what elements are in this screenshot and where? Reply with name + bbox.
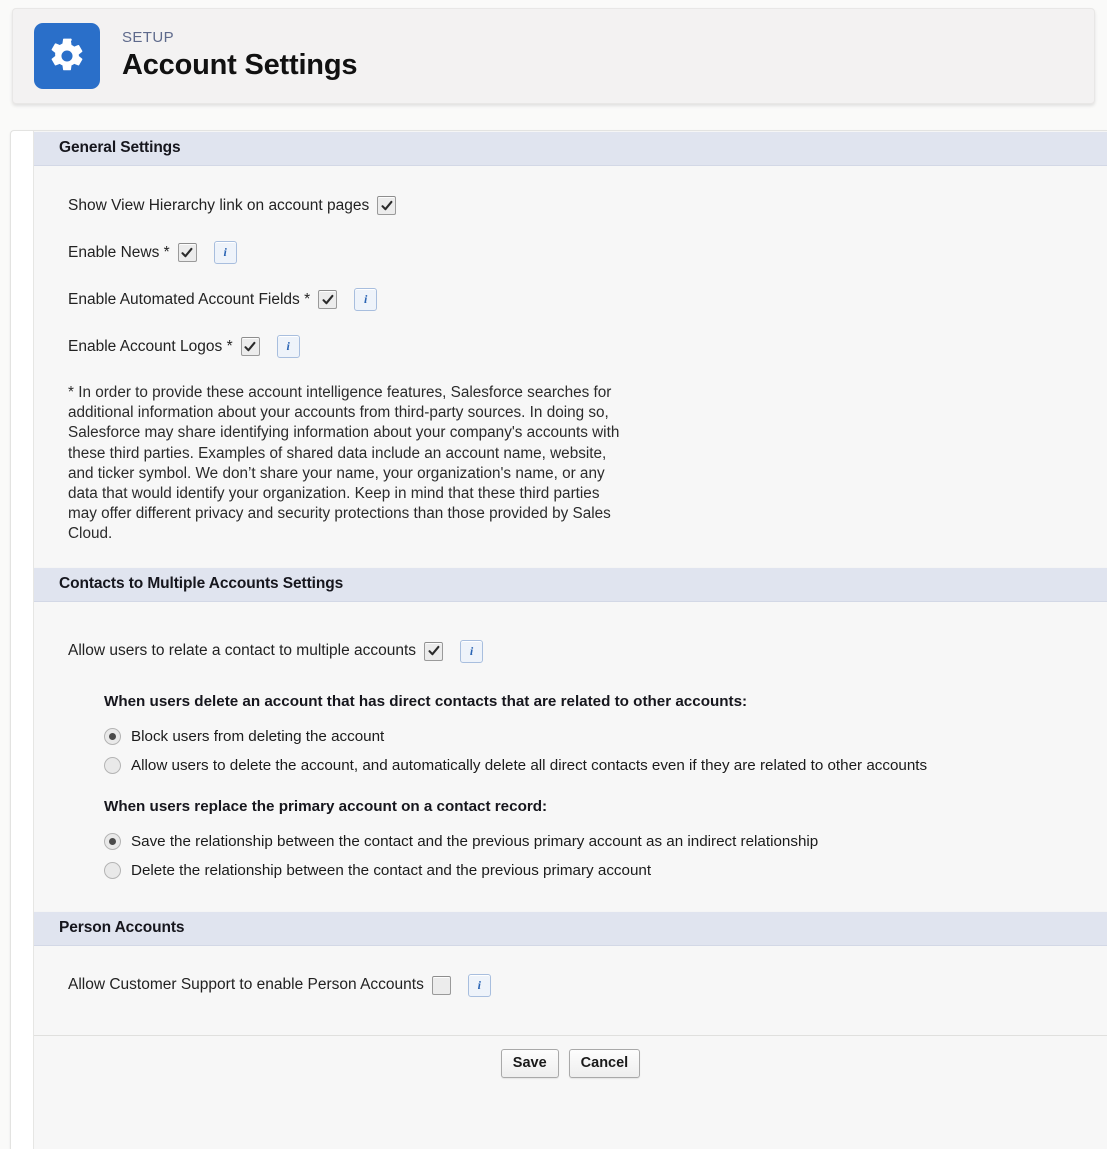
- radio-option-label: Save the relationship between the contac…: [131, 832, 819, 850]
- setting-label: Allow Customer Support to enable Person …: [68, 976, 424, 994]
- info-icon-relate-contact-multiple-accounts[interactable]: i: [460, 639, 484, 663]
- radio-option-save-relationship[interactable]: Save the relationship between the contac…: [104, 827, 1107, 856]
- setting-row-enable-news: Enable News * i: [34, 229, 1107, 276]
- setting-row-relate-contact-multiple-accounts: Allow users to relate a contact to multi…: [34, 628, 1107, 675]
- section-header-general: General Settings: [34, 131, 1107, 166]
- info-icon-automated-account-fields[interactable]: i: [354, 288, 378, 311]
- radio-option-label: Allow users to delete the account, and a…: [131, 756, 928, 774]
- cancel-button[interactable]: Cancel: [568, 1049, 641, 1079]
- page-title: Account Settings: [122, 49, 358, 82]
- settings-panel-inner: General Settings Show View Hierarchy lin…: [33, 131, 1107, 1149]
- setup-header: SETUP Account Settings: [12, 8, 1095, 104]
- checkbox-enable-automated-account-fields[interactable]: [318, 290, 338, 309]
- checkbox-enable-news[interactable]: [177, 243, 197, 262]
- setting-label: Enable Automated Account Fields *: [68, 290, 311, 308]
- gear-icon: [34, 23, 100, 89]
- setting-label: Allow users to relate a contact to multi…: [68, 642, 417, 660]
- radio-icon-selected[interactable]: [104, 727, 121, 745]
- setting-row-account-logos: Enable Account Logos * i: [34, 323, 1107, 370]
- settings-panel: General Settings Show View Hierarchy lin…: [10, 130, 1107, 1149]
- radio-group-question: When users replace the primary account o…: [104, 797, 548, 815]
- form-footer: Save Cancel: [34, 1034, 1107, 1092]
- radio-option-delete-relationship[interactable]: Delete the relationship between the cont…: [104, 856, 1107, 885]
- radio-icon-selected[interactable]: [104, 832, 121, 850]
- setting-row-automated-account-fields: Enable Automated Account Fields * i: [34, 276, 1107, 323]
- radio-option-block-users-delete[interactable]: Block users from deleting the account: [104, 722, 1107, 751]
- section-body-general: Show View Hierarchy link on account page…: [34, 166, 1107, 567]
- section-header-person-accounts: Person Accounts: [34, 910, 1107, 946]
- setup-header-titles: SETUP Account Settings: [122, 28, 358, 82]
- info-icon-person-accounts[interactable]: i: [467, 973, 491, 997]
- section-body-person-accounts: Allow Customer Support to enable Person …: [34, 945, 1107, 1035]
- radio-icon-unselected[interactable]: [104, 861, 121, 879]
- setting-row-view-hierarchy: Show View Hierarchy link on account page…: [34, 182, 1107, 229]
- general-settings-footnote: * In order to provide these account inte…: [68, 384, 620, 543]
- section-header-contacts-multiple-accounts: Contacts to Multiple Accounts Settings: [34, 566, 1107, 602]
- setting-row-enable-person-accounts: Allow Customer Support to enable Person …: [34, 962, 1107, 1009]
- radio-group-question: When users delete an account that has di…: [104, 692, 748, 710]
- checkbox-relate-contact-multiple-accounts[interactable]: [424, 641, 444, 661]
- info-icon-enable-news[interactable]: i: [213, 241, 237, 264]
- radio-group-delete-account: When users delete an account that has di…: [34, 675, 1107, 780]
- radio-group-replace-primary-account: When users replace the primary account o…: [34, 780, 1107, 885]
- section-body-contacts-multiple-accounts: Allow users to relate a contact to multi…: [34, 601, 1107, 911]
- setup-eyebrow: SETUP: [122, 28, 175, 46]
- checkbox-enable-person-accounts[interactable]: [431, 975, 451, 995]
- radio-option-label: Delete the relationship between the cont…: [131, 861, 652, 879]
- save-button[interactable]: Save: [500, 1049, 559, 1079]
- setting-label: Show View Hierarchy link on account page…: [68, 196, 370, 214]
- radio-option-label: Block users from deleting the account: [131, 727, 385, 745]
- checkbox-show-view-hierarchy[interactable]: [377, 196, 397, 215]
- info-icon-account-logos[interactable]: i: [276, 335, 300, 358]
- setting-label: Enable Account Logos *: [68, 337, 233, 355]
- checkbox-enable-account-logos[interactable]: [240, 337, 260, 356]
- setting-label: Enable News *: [68, 243, 170, 261]
- radio-icon-unselected[interactable]: [104, 756, 121, 774]
- radio-option-allow-users-delete[interactable]: Allow users to delete the account, and a…: [104, 751, 1107, 780]
